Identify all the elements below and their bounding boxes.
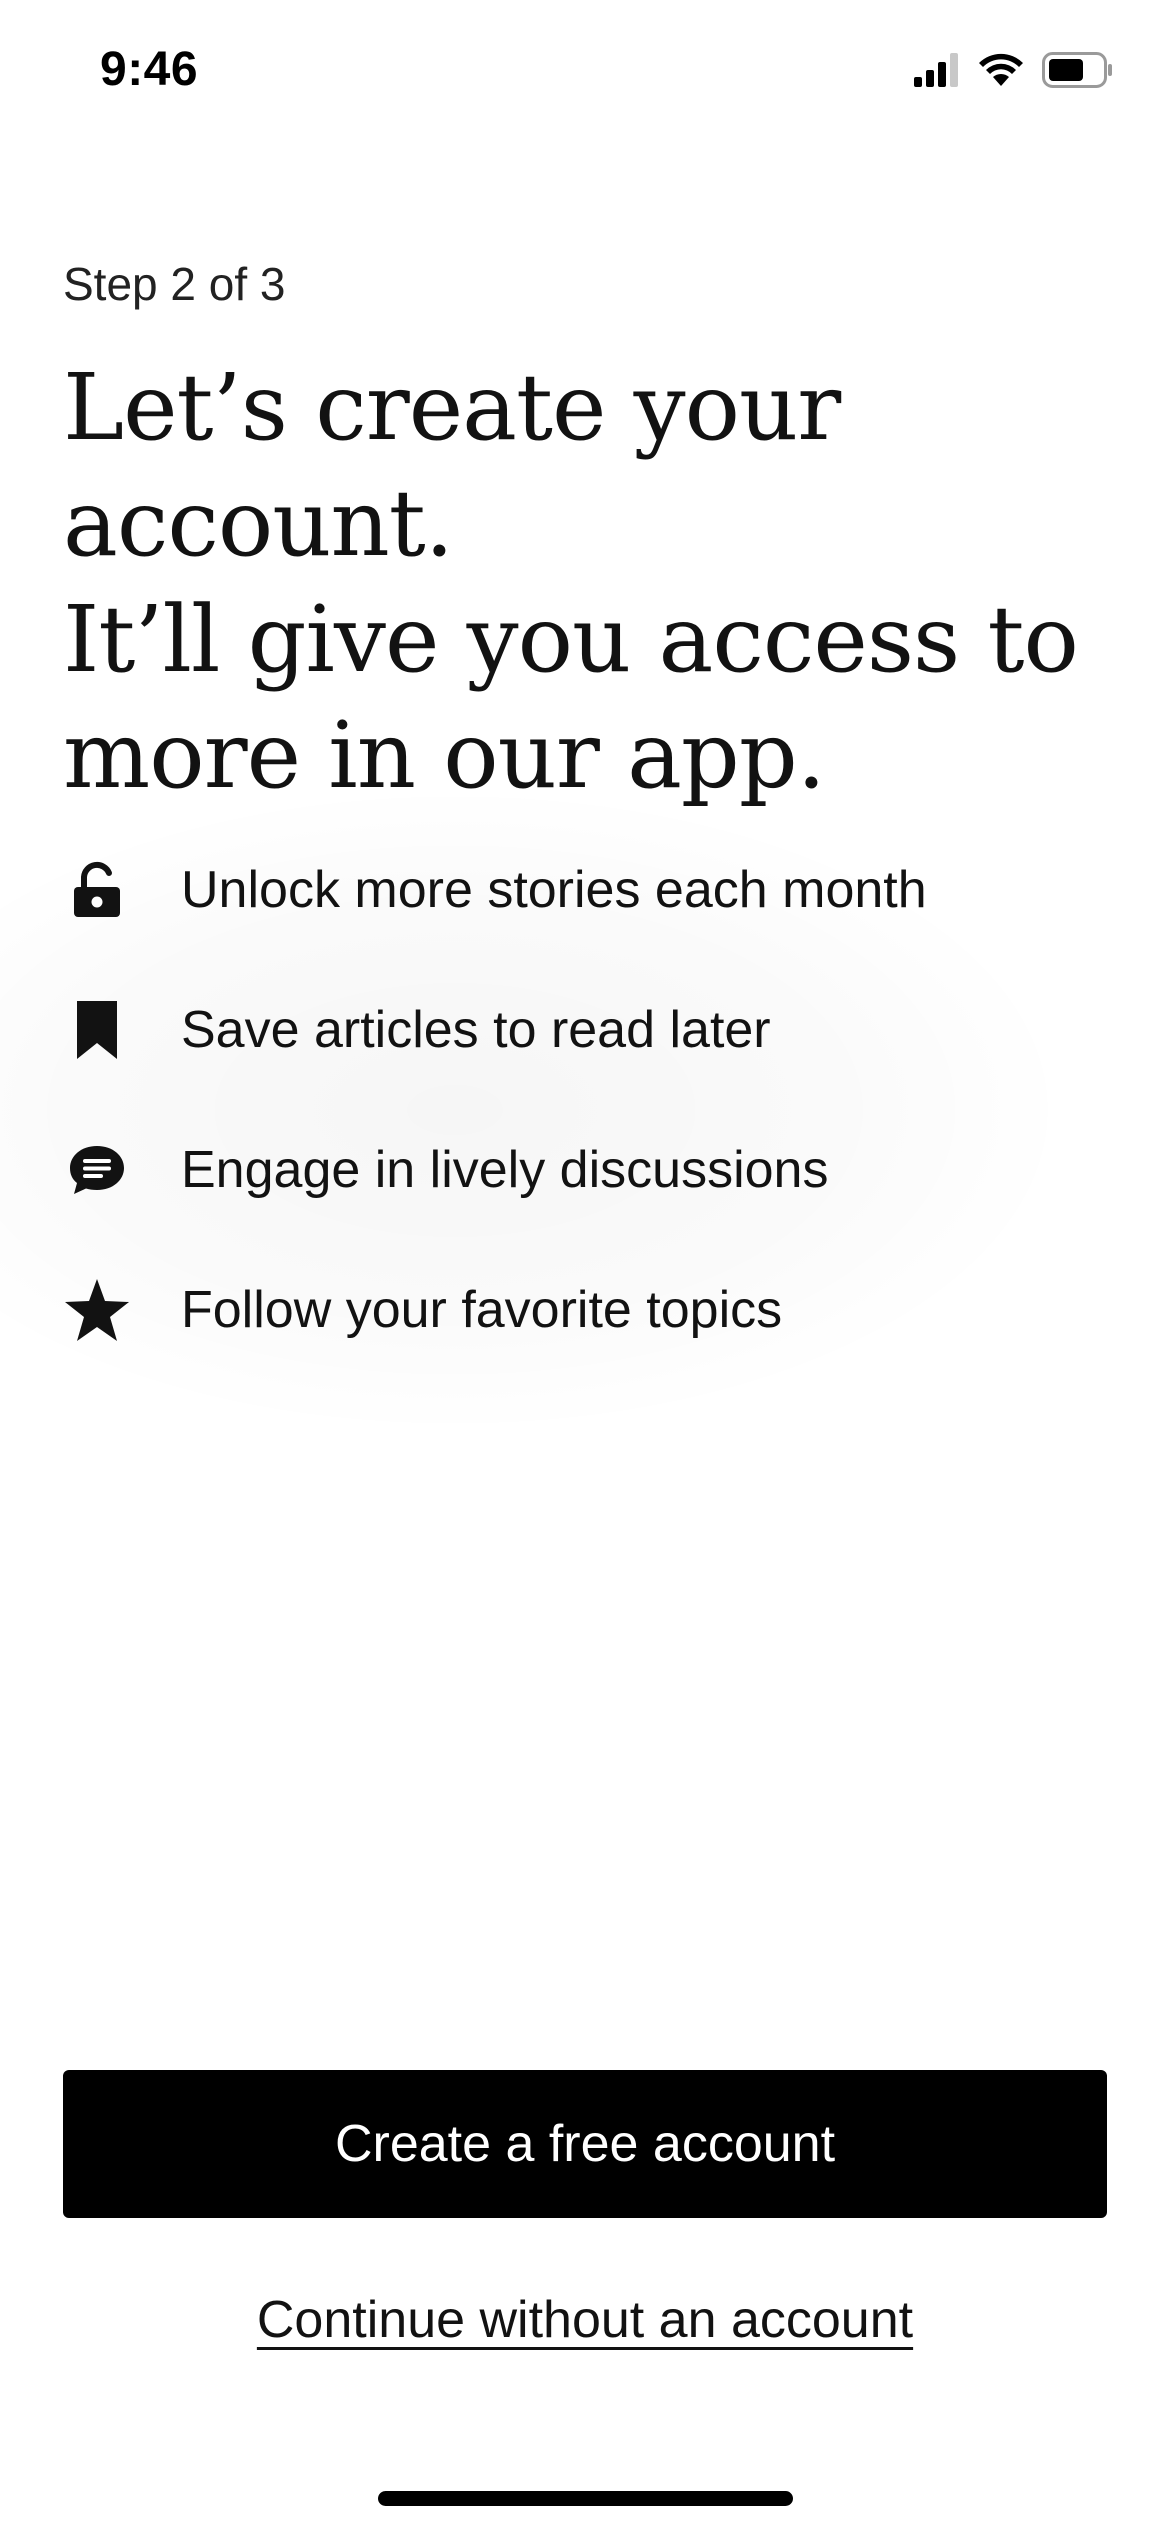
chat-bubble-icon xyxy=(62,1135,132,1205)
cellular-signal-icon xyxy=(914,53,960,92)
headline-line: Let’s create your account. xyxy=(63,354,841,577)
step-indicator: Step 2 of 3 xyxy=(63,258,286,310)
benefit-label: Follow your favorite topics xyxy=(181,1281,783,1339)
status-time: 9:46 xyxy=(100,43,199,96)
benefits-list: Unlock more stories each month Save arti… xyxy=(0,820,1170,1380)
star-icon xyxy=(62,1275,132,1345)
benefit-item: Unlock more stories each month xyxy=(0,820,1170,960)
page-title: Let’s create your account. It’ll give yo… xyxy=(63,350,1123,814)
benefit-label: Save articles to read later xyxy=(181,1001,771,1059)
wifi-icon xyxy=(978,53,1024,92)
benefit-label: Engage in lively discussions xyxy=(181,1141,829,1199)
bookmark-icon xyxy=(62,995,132,1065)
benefit-item: Engage in lively discussions xyxy=(0,1100,1170,1240)
status-bar: 9:46 xyxy=(0,0,1170,150)
benefit-item: Save articles to read later xyxy=(0,960,1170,1100)
home-indicator[interactable] xyxy=(378,2491,793,2506)
status-icons xyxy=(914,52,1114,93)
headline-line: more in our app. xyxy=(63,702,826,809)
continue-without-account-container: Continue without an account xyxy=(0,2290,1170,2350)
battery-icon xyxy=(1042,52,1114,93)
headline-line: It’ll give you access to xyxy=(63,586,1079,693)
benefit-item: Follow your favorite topics xyxy=(0,1240,1170,1380)
create-account-button[interactable]: Create a free account xyxy=(63,2070,1107,2218)
benefit-label: Unlock more stories each month xyxy=(181,861,927,919)
continue-without-account-link[interactable]: Continue without an account xyxy=(257,2291,913,2349)
unlock-icon xyxy=(62,855,132,925)
